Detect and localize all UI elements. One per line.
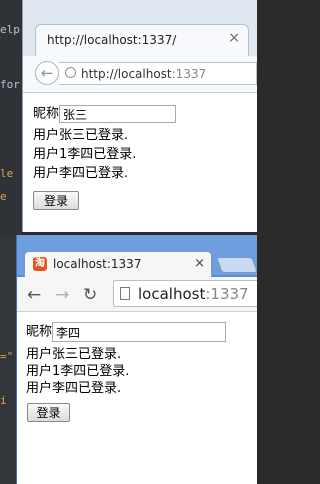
editor-fragment: for — [0, 78, 20, 91]
page-content: 昵称 用户张三已登录. 用户1李四已登录. 用户李四已登录. 登录 — [23, 93, 257, 232]
editor-fragment: e — [0, 190, 7, 203]
editor-fragment: i — [0, 394, 7, 407]
back-button[interactable]: ← — [35, 61, 59, 85]
nickname-input[interactable] — [59, 105, 177, 123]
editor-fragment: =" — [0, 350, 14, 363]
new-tab-button[interactable] — [216, 257, 258, 273]
address-text: http://localhost:1337 — [81, 67, 207, 81]
nickname-label: 昵称 — [26, 324, 53, 340]
page-icon — [120, 287, 130, 300]
login-message: 用户张三已登录. — [33, 128, 129, 143]
browser-window-back: http://localhost:1337/ × http://localhos… — [22, 0, 257, 232]
tab-title: http://localhost:1337/ — [47, 33, 177, 47]
login-button[interactable]: 登录 — [27, 403, 70, 422]
back-arrow-icon[interactable]: ← — [27, 285, 41, 305]
browser-tab[interactable]: http://localhost:1337/ × — [35, 24, 249, 56]
login-button[interactable]: 登录 — [33, 191, 79, 210]
tab-title: localhost:1337 — [53, 257, 142, 271]
browser-window-front: 淘 localhost:1337 × ← → ↻ localhost:1337 … — [16, 235, 258, 484]
address-bar[interactable]: localhost:1337 — [113, 280, 257, 307]
page-content: 昵称 用户张三已登录. 用户1李四已登录. 用户李四已登录. 登录 — [17, 312, 257, 484]
forward-arrow-icon[interactable]: → — [55, 285, 69, 305]
close-tab-icon[interactable]: × — [228, 30, 240, 46]
close-tab-icon[interactable]: × — [194, 256, 205, 271]
login-message: 用户1李四已登录. — [33, 147, 137, 162]
nickname-input[interactable] — [52, 322, 227, 342]
login-message: 用户1李四已登录. — [26, 364, 130, 379]
nickname-row: 昵称 — [33, 105, 177, 124]
globe-icon — [65, 67, 76, 78]
address-bar[interactable]: http://localhost:1337 — [59, 62, 257, 85]
address-text: localhost:1337 — [138, 285, 249, 303]
browser-tab[interactable]: 淘 localhost:1337 × — [24, 251, 212, 277]
login-message: 用户李四已登录. — [26, 381, 122, 396]
nickname-label: 昵称 — [33, 106, 60, 122]
reload-icon[interactable]: ↻ — [83, 285, 97, 305]
taobao-favicon-icon: 淘 — [33, 257, 47, 271]
login-message: 用户李四已登录. — [33, 166, 129, 181]
nickname-row: 昵称 — [26, 322, 227, 342]
editor-fragment: elp — [0, 23, 20, 36]
editor-fragment: le — [0, 167, 14, 180]
login-message: 用户张三已登录. — [26, 347, 122, 362]
